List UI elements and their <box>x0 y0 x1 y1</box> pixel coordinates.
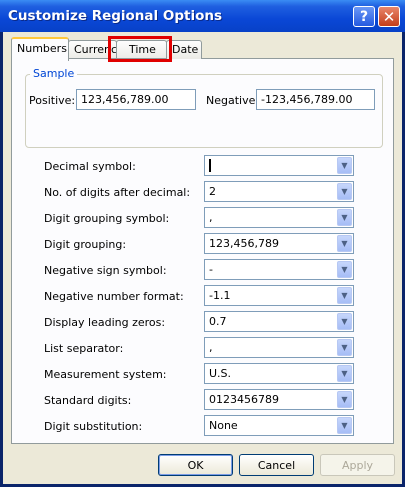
ok-button[interactable]: OK <box>158 454 233 476</box>
negative-sign-symbol-label: Negative sign symbol: <box>44 264 167 277</box>
tab-date-label: Date <box>172 43 199 56</box>
negative-sign-symbol-value: - <box>209 263 213 276</box>
help-icon: ? <box>359 8 369 25</box>
chevron-down-icon[interactable]: ▼ <box>337 365 352 382</box>
measurement-system-label: Measurement system: <box>44 368 167 381</box>
chevron-down-icon[interactable]: ▼ <box>337 261 352 278</box>
digits-after-decimal-combo[interactable]: 2 ▼ <box>204 181 354 202</box>
title-bar[interactable]: Customize Regional Options ? ✕ <box>0 0 405 32</box>
negative-label: Negative: <box>206 94 260 107</box>
chevron-down-icon[interactable]: ▼ <box>337 183 352 200</box>
digits-after-decimal-value: 2 <box>209 185 216 198</box>
list-separator-label: List separator: <box>44 342 124 355</box>
chevron-down-icon[interactable]: ▼ <box>337 235 352 252</box>
chevron-down-icon[interactable]: ▼ <box>337 209 352 226</box>
negative-number-format-label: Negative number format: <box>44 290 184 303</box>
digit-grouping-symbol-combo[interactable]: , ▼ <box>204 207 354 228</box>
digit-substitution-value: None <box>209 419 238 432</box>
chevron-down-icon[interactable]: ▼ <box>337 339 352 356</box>
display-leading-zeros-value: 0.7 <box>209 315 227 328</box>
digit-substitution-combo[interactable]: None ▼ <box>204 415 354 436</box>
sample-groupbox <box>25 74 383 148</box>
standard-digits-combo[interactable]: 0123456789 ▼ <box>204 389 354 410</box>
list-separator-value: , <box>209 341 213 354</box>
close-icon: ✕ <box>382 7 396 26</box>
negative-sign-symbol-combo[interactable]: - ▼ <box>204 259 354 280</box>
cancel-button[interactable]: Cancel <box>239 454 314 476</box>
measurement-system-value: U.S. <box>209 367 232 380</box>
display-leading-zeros-combo[interactable]: 0.7 ▼ <box>204 311 354 332</box>
help-button[interactable]: ? <box>353 6 375 27</box>
window-title: Customize Regional Options <box>8 8 222 24</box>
decimal-symbol-label: Decimal symbol: <box>44 160 136 173</box>
digit-grouping-combo[interactable]: 123,456,789 ▼ <box>204 233 354 254</box>
apply-button[interactable]: Apply <box>320 454 395 476</box>
tab-numbers[interactable]: Numbers <box>11 37 69 61</box>
close-button[interactable]: ✕ <box>378 6 400 27</box>
negative-number-format-value: -1.1 <box>209 289 231 302</box>
numbers-panel: Sample Positive: 123,456,789.00 Negative… <box>11 58 394 444</box>
negative-number-format-combo[interactable]: -1.1 ▼ <box>204 285 354 306</box>
negative-sample-value: -123,456,789.00 <box>261 93 353 106</box>
time-tab-highlight <box>108 36 172 62</box>
text-cursor <box>209 159 211 172</box>
chevron-down-icon[interactable]: ▼ <box>337 157 352 174</box>
negative-sample-field: -123,456,789.00 <box>256 89 375 110</box>
digit-grouping-symbol-value: , <box>209 211 213 224</box>
digit-grouping-symbol-label: Digit grouping symbol: <box>44 212 170 225</box>
digit-grouping-label: Digit grouping: <box>44 238 127 251</box>
positive-label: Positive: <box>29 94 76 107</box>
chevron-down-icon[interactable]: ▼ <box>337 313 352 330</box>
digit-substitution-label: Digit substitution: <box>44 420 143 433</box>
positive-sample-field: 123,456,789.00 <box>76 89 196 110</box>
standard-digits-label: Standard digits: <box>44 394 132 407</box>
digits-after-decimal-label: No. of digits after decimal: <box>44 186 191 199</box>
chevron-down-icon[interactable]: ▼ <box>337 417 352 434</box>
display-leading-zeros-label: Display leading zeros: <box>44 316 166 329</box>
chevron-down-icon[interactable]: ▼ <box>337 287 352 304</box>
digit-grouping-value: 123,456,789 <box>209 237 279 250</box>
chevron-down-icon[interactable]: ▼ <box>337 391 352 408</box>
dialog-window: Customize Regional Options ? ✕ Numbers C… <box>0 0 405 487</box>
standard-digits-value: 0123456789 <box>209 393 279 406</box>
decimal-symbol-combo[interactable]: ▼ <box>204 155 354 176</box>
tab-numbers-label: Numbers <box>17 42 67 55</box>
positive-sample-value: 123,456,789.00 <box>81 93 169 106</box>
list-separator-combo[interactable]: , ▼ <box>204 337 354 358</box>
sample-group-label: Sample <box>30 67 78 80</box>
dialog-body: Numbers Currency Time Date Sample Positi… <box>3 32 402 484</box>
measurement-system-combo[interactable]: U.S. ▼ <box>204 363 354 384</box>
